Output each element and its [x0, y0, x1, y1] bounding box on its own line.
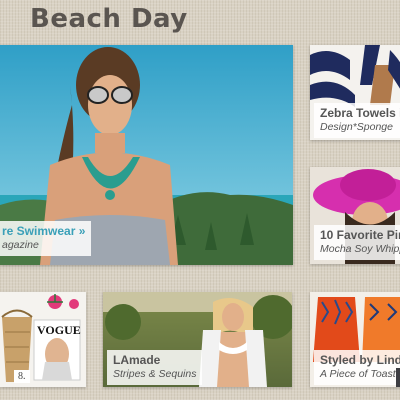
pin-zebra-towels-caption[interactable]: Zebra Towels i Design*Sponge	[314, 103, 400, 138]
pin-zebra-towels-source[interactable]: Design*Sponge	[320, 121, 400, 134]
pin-styled-by-linds-source[interactable]: A Piece of Toast	[320, 368, 400, 381]
pin-styled-by-linds-corner	[396, 368, 400, 387]
board-title: Beach Day	[30, 4, 188, 34]
svg-text:VOGUE: VOGUE	[37, 323, 81, 337]
pin-swimwear-caption[interactable]: re Swimwear » agazine	[0, 221, 92, 256]
pin-favorite-pins-title[interactable]: 10 Favorite Pin	[320, 228, 400, 243]
pin-magazine-image: VOGUE	[0, 292, 86, 387]
pin-styled-by-linds-caption[interactable]: Styled by Linds A Piece of Toast	[314, 350, 400, 385]
pin-zebra-towels-title[interactable]: Zebra Towels i	[320, 106, 400, 121]
pin-zebra-towels[interactable]: Zebra Towels i Design*Sponge	[310, 45, 400, 140]
pin-styled-by-linds[interactable]: Styled by Linds A Piece of Toast	[310, 292, 400, 387]
pin-magazine-badge: 8.	[14, 370, 30, 383]
pin-lamade-title[interactable]: LAmade	[113, 353, 196, 368]
pin-lamade-source[interactable]: Stripes & Sequins	[113, 368, 196, 381]
pin-favorite-pins-source[interactable]: Mocha Soy Whipp	[320, 243, 400, 256]
pin-lamade[interactable]: LAmade Stripes & Sequins	[103, 292, 292, 387]
pin-favorite-pins[interactable]: 10 Favorite Pin Mocha Soy Whipp	[310, 167, 400, 264]
pin-styled-by-linds-title[interactable]: Styled by Linds	[320, 353, 400, 368]
pin-swimwear[interactable]: re Swimwear » agazine	[0, 45, 293, 265]
pin-favorite-pins-caption[interactable]: 10 Favorite Pin Mocha Soy Whipp	[314, 225, 400, 260]
pin-lamade-caption[interactable]: LAmade Stripes & Sequins	[107, 350, 203, 385]
pin-swimwear-source[interactable]: agazine	[2, 239, 85, 252]
pin-magazine[interactable]: VOGUE 8.	[0, 292, 86, 387]
pin-swimwear-title[interactable]: re Swimwear »	[2, 224, 85, 239]
